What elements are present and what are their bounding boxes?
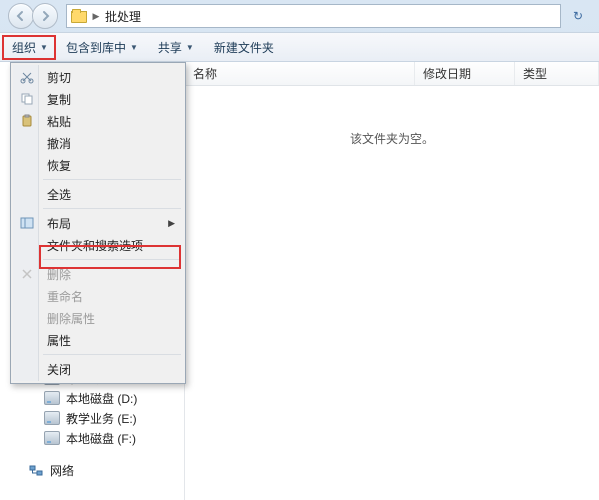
column-header-date[interactable]: 修改日期 [415,62,515,85]
chevron-down-icon: ▼ [186,43,194,52]
menu-separator [43,179,181,180]
menu-item-label: 全选 [47,186,71,203]
address-bar[interactable]: ▶ 批处理 [66,4,561,28]
arrow-right-icon [39,10,51,22]
chevron-down-icon: ▼ [40,43,48,52]
menu-item-folder-options[interactable]: 文件夹和搜索选项 [13,234,183,256]
menu-item-copy[interactable]: 复制 [13,88,183,110]
menu-item-label: 剪切 [47,69,71,86]
folder-icon [69,6,89,26]
organize-button[interactable]: 组织 ▼ [2,35,56,60]
menu-item-label: 重命名 [47,288,83,305]
tree-item-drive[interactable]: 教学业务 (E:) [0,408,184,428]
titlebar: ▶ 批处理 ↻ [0,0,599,32]
menu-item-undo[interactable]: 撤消 [13,132,183,154]
include-label: 包含到库中 [66,39,126,56]
chevron-right-icon: ▶ [91,11,101,22]
delete-icon [19,266,35,282]
drive-icon [44,391,60,405]
drive-icon [44,431,60,445]
organize-label: 组织 [12,39,36,56]
menu-item-label: 撤消 [47,135,71,152]
back-button[interactable] [8,3,34,29]
drive-icon [44,411,60,425]
arrow-left-icon [15,10,27,22]
tree-item-label: 网络 [50,462,74,479]
tree-item-label: 本地磁盘 (D:) [66,390,137,407]
layout-icon [19,215,35,231]
copy-icon [19,91,35,107]
cut-icon [19,69,35,85]
menu-item-label: 删除属性 [47,310,95,327]
menu-item-label: 属性 [47,332,71,349]
menu-item-label: 文件夹和搜索选项 [47,237,143,254]
nav-buttons [8,3,58,29]
column-header-type[interactable]: 类型 [515,62,599,85]
menu-item-paste[interactable]: 粘贴 [13,110,183,132]
network-icon [28,463,44,477]
empty-folder-message: 该文件夹为空。 [185,130,599,147]
file-list: 名称 修改日期 类型 该文件夹为空。 [185,62,599,500]
new-folder-label: 新建文件夹 [214,39,274,56]
menu-separator [43,354,181,355]
breadcrumb-segment[interactable]: 批处理 [101,8,145,25]
menu-item-cut[interactable]: 剪切 [13,66,183,88]
menu-item-label: 恢复 [47,157,71,174]
include-in-library-button[interactable]: 包含到库中 ▼ [56,35,148,60]
menu-item-rename: 重命名 [13,285,183,307]
menu-separator [43,208,181,209]
menu-item-properties[interactable]: 属性 [13,329,183,351]
tree-item-label: 本地磁盘 (F:) [66,430,136,447]
share-label: 共享 [158,39,182,56]
chevron-right-icon: ▶ [168,218,175,229]
paste-icon [19,113,35,129]
refresh-button[interactable]: ↻ [565,4,591,28]
tree-item-label: 教学业务 (E:) [66,410,137,427]
menu-item-delete: 删除 [13,263,183,285]
chevron-down-icon: ▼ [130,43,138,52]
menu-item-redo[interactable]: 恢复 [13,154,183,176]
menu-item-label: 复制 [47,91,71,108]
menu-item-label: 关闭 [47,361,71,378]
menu-separator [43,259,181,260]
command-bar: 组织 ▼ 包含到库中 ▼ 共享 ▼ 新建文件夹 [0,32,599,62]
menu-item-label: 粘贴 [47,113,71,130]
forward-button[interactable] [32,3,58,29]
menu-item-layout[interactable]: 布局 ▶ [13,212,183,234]
organize-menu: 剪切 复制 粘贴 撤消 恢复 全选 布局 ▶ 文件夹和搜索选项 删 [10,62,186,384]
menu-item-close[interactable]: 关闭 [13,358,183,380]
tree-item-network[interactable]: 网络 [0,460,184,480]
menu-item-select-all[interactable]: 全选 [13,183,183,205]
menu-item-label: 布局 [47,215,71,232]
refresh-icon: ↻ [573,9,583,23]
menu-item-remove-properties: 删除属性 [13,307,183,329]
column-header-name[interactable]: 名称 [185,62,415,85]
share-button[interactable]: 共享 ▼ [148,35,204,60]
new-folder-button[interactable]: 新建文件夹 [204,35,284,60]
tree-item-drive[interactable]: 本地磁盘 (F:) [0,428,184,448]
tree-item-drive[interactable]: 本地磁盘 (D:) [0,388,184,408]
menu-item-label: 删除 [47,266,71,283]
column-headers: 名称 修改日期 类型 [185,62,599,86]
